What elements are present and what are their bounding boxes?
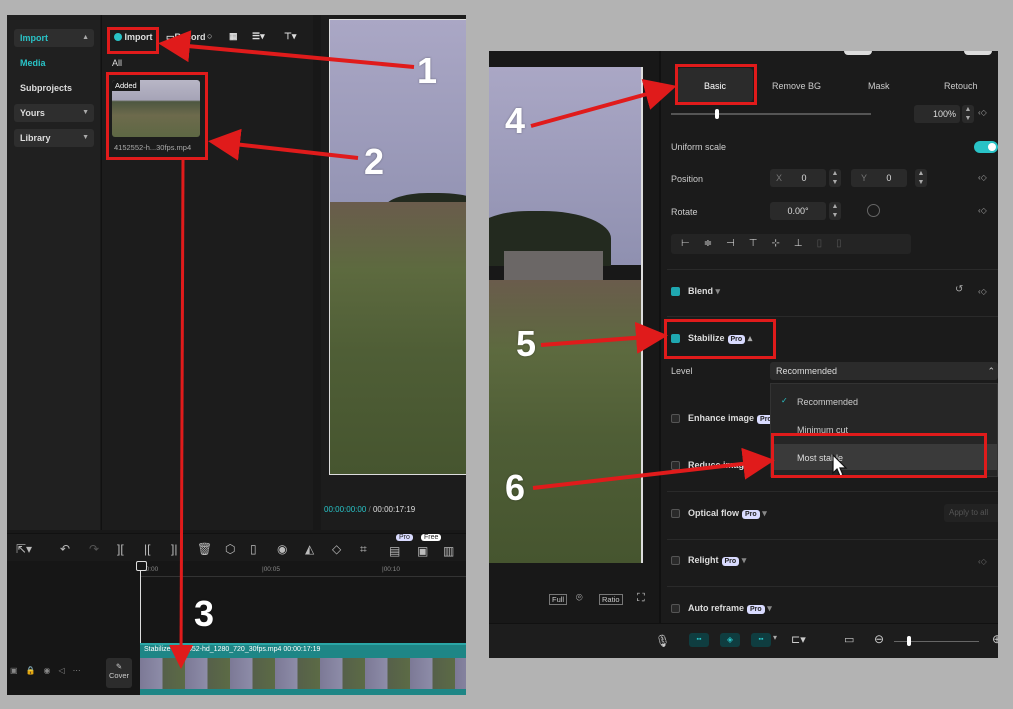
step-number-5: 5: [516, 323, 537, 364]
arrow-1: [158, 30, 415, 69]
arrow-6: [532, 447, 775, 490]
arrow-5: [540, 321, 668, 354]
step-number-4: 4: [505, 100, 526, 141]
step-number-3: 3: [194, 593, 215, 634]
arrow-4: [530, 78, 677, 128]
arrow-2: [208, 128, 359, 161]
step-number-1: 1: [417, 50, 438, 91]
step-number-2: 2: [364, 141, 385, 182]
arrow-3: [169, 159, 194, 669]
step-number-6: 6: [505, 467, 526, 508]
